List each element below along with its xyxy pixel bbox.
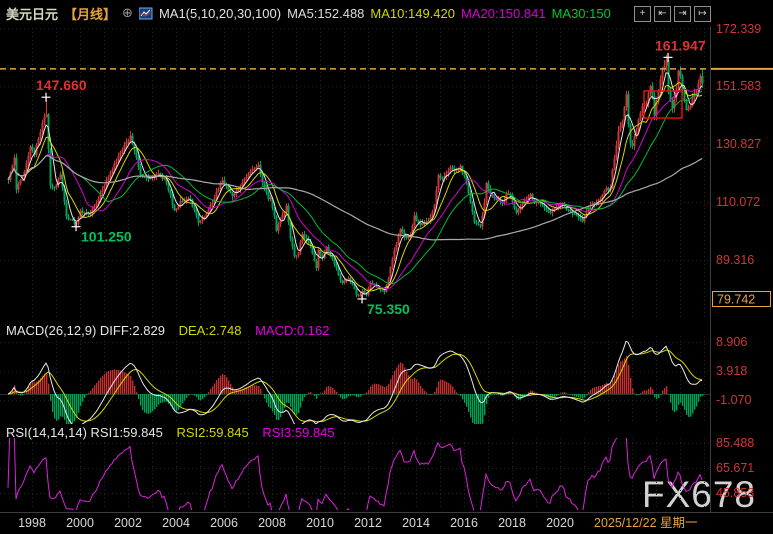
extreme-price-label: 75.350	[367, 301, 410, 317]
year-label: 2012	[354, 516, 382, 530]
year-label: 2016	[450, 516, 478, 530]
extreme-price-label: 101.250	[81, 229, 132, 245]
macd-axis-label: -1.070	[716, 393, 751, 407]
extreme-price-label: 147.660	[36, 77, 87, 93]
boxed-price-label: 79.742	[717, 293, 755, 307]
year-label: 2004	[162, 516, 190, 530]
rsi-axis-label: 85.488	[716, 436, 754, 450]
chart-canvas[interactable]: 147.660 101.250 75.350 161.947 172.339 151.…	[0, 0, 773, 534]
extreme-price-label: 161.947	[655, 37, 706, 53]
price-axis-label: 130.827	[716, 137, 761, 151]
year-label: 1998	[18, 516, 46, 530]
year-label: 2000	[66, 516, 94, 530]
rsi-axis-label: 45.853	[716, 486, 754, 500]
year-label: 2006	[210, 516, 238, 530]
price-axis-label: 89.316	[716, 253, 754, 267]
year-label: 2002	[114, 516, 142, 530]
macd-axis-label: 8.906	[716, 335, 747, 349]
year-label: 2014	[402, 516, 430, 530]
macd-axis-label: 3.918	[716, 364, 747, 378]
chart-application: 美元日元 【月线】 ⊕ MA1(5,10,20,30,100) MA5:152.…	[0, 0, 773, 534]
year-label: 2018	[498, 516, 526, 530]
year-label: 2010	[306, 516, 334, 530]
price-axis-label: 151.583	[716, 79, 761, 93]
year-label: 2020	[546, 516, 574, 530]
price-axis-label: 172.339	[716, 22, 761, 36]
price-axis-label: 110.072	[716, 195, 760, 209]
current-date-label: 2025/12/22 星期一	[594, 516, 698, 530]
year-label: 2008	[258, 516, 286, 530]
rsi-axis-label: 65.671	[716, 461, 754, 475]
